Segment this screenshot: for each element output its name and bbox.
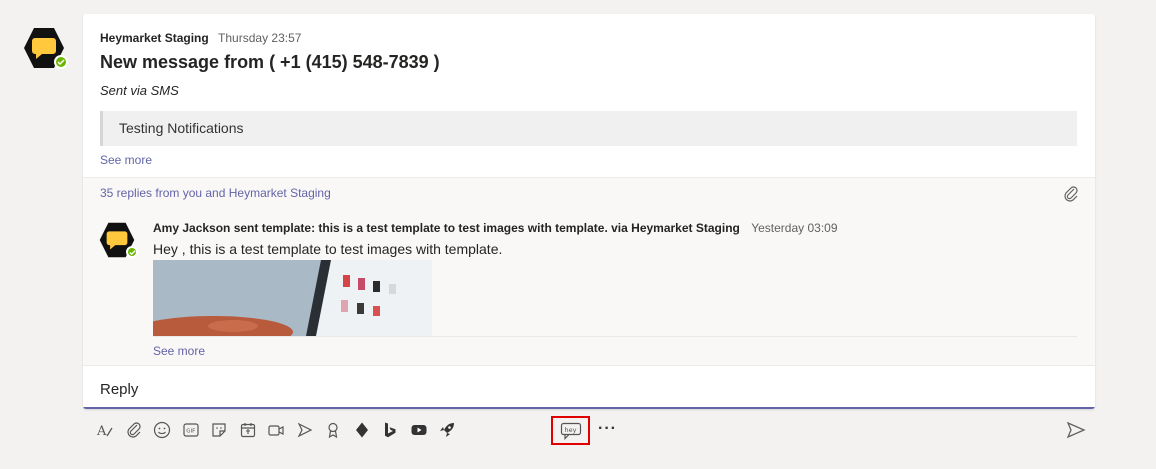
stream-icon[interactable] <box>295 420 315 440</box>
message-title: New message from ( +1 (415) 548-7839 ) <box>100 52 440 72</box>
avatar[interactable] <box>22 26 68 70</box>
format-icon[interactable]: A <box>95 420 115 440</box>
more-options-icon[interactable]: ··· <box>598 420 617 438</box>
reply-see-more-link[interactable]: See more <box>153 344 205 358</box>
reply-avatar[interactable] <box>98 221 138 259</box>
message-subtitle: Sent via SMS <box>100 83 179 98</box>
message-card: Heymarket Staging Thursday 23:57 New mes… <box>83 14 1095 409</box>
rocket-app-icon[interactable] <box>437 420 457 440</box>
svg-text:A: A <box>96 424 107 439</box>
attachment-icon[interactable] <box>1063 185 1079 203</box>
hey-label: hey <box>564 426 576 434</box>
status-available-icon <box>126 246 138 258</box>
reply-label[interactable]: Reply <box>100 381 138 398</box>
meet-now-icon[interactable] <box>266 420 286 440</box>
see-more-link[interactable]: See more <box>100 153 152 167</box>
compose-toolbar: A GIF <box>95 418 466 442</box>
reply-thread: 35 replies from you and Heymarket Stagin… <box>83 177 1095 365</box>
sticker-icon[interactable] <box>209 420 229 440</box>
heymarket-app-icon: hey <box>560 422 581 440</box>
template-image[interactable] <box>153 260 432 336</box>
bing-icon[interactable] <box>380 420 400 440</box>
diamond-app-icon[interactable] <box>352 420 372 440</box>
reply-body: Hey , this is a test template to test im… <box>153 241 503 257</box>
schedule-meeting-icon[interactable] <box>238 420 258 440</box>
reply-timestamp: Yesterday 03:09 <box>751 221 838 235</box>
status-available-icon <box>54 55 68 69</box>
praise-icon[interactable] <box>323 420 343 440</box>
attach-icon[interactable] <box>124 420 144 440</box>
message-timestamp: Thursday 23:57 <box>218 31 302 45</box>
reply-header: Amy Jackson sent template: this is a tes… <box>153 221 838 235</box>
heymarket-app-button[interactable]: hey <box>551 416 590 445</box>
gif-icon[interactable]: GIF <box>181 420 201 440</box>
reply-box[interactable]: Reply <box>83 365 1095 409</box>
divider <box>153 336 1077 337</box>
send-icon[interactable] <box>1066 420 1086 440</box>
message-header: Heymarket Staging Thursday 23:57 <box>100 31 301 45</box>
svg-text:GIF: GIF <box>186 429 195 435</box>
message-quote: Testing Notifications <box>100 111 1077 146</box>
sender-name[interactable]: Heymarket Staging <box>100 31 209 45</box>
reply-header-text: Amy Jackson sent template: this is a tes… <box>153 221 740 235</box>
replies-link[interactable]: 35 replies from you and Heymarket Stagin… <box>100 186 331 200</box>
youtube-icon[interactable] <box>409 420 429 440</box>
emoji-icon[interactable] <box>152 420 172 440</box>
